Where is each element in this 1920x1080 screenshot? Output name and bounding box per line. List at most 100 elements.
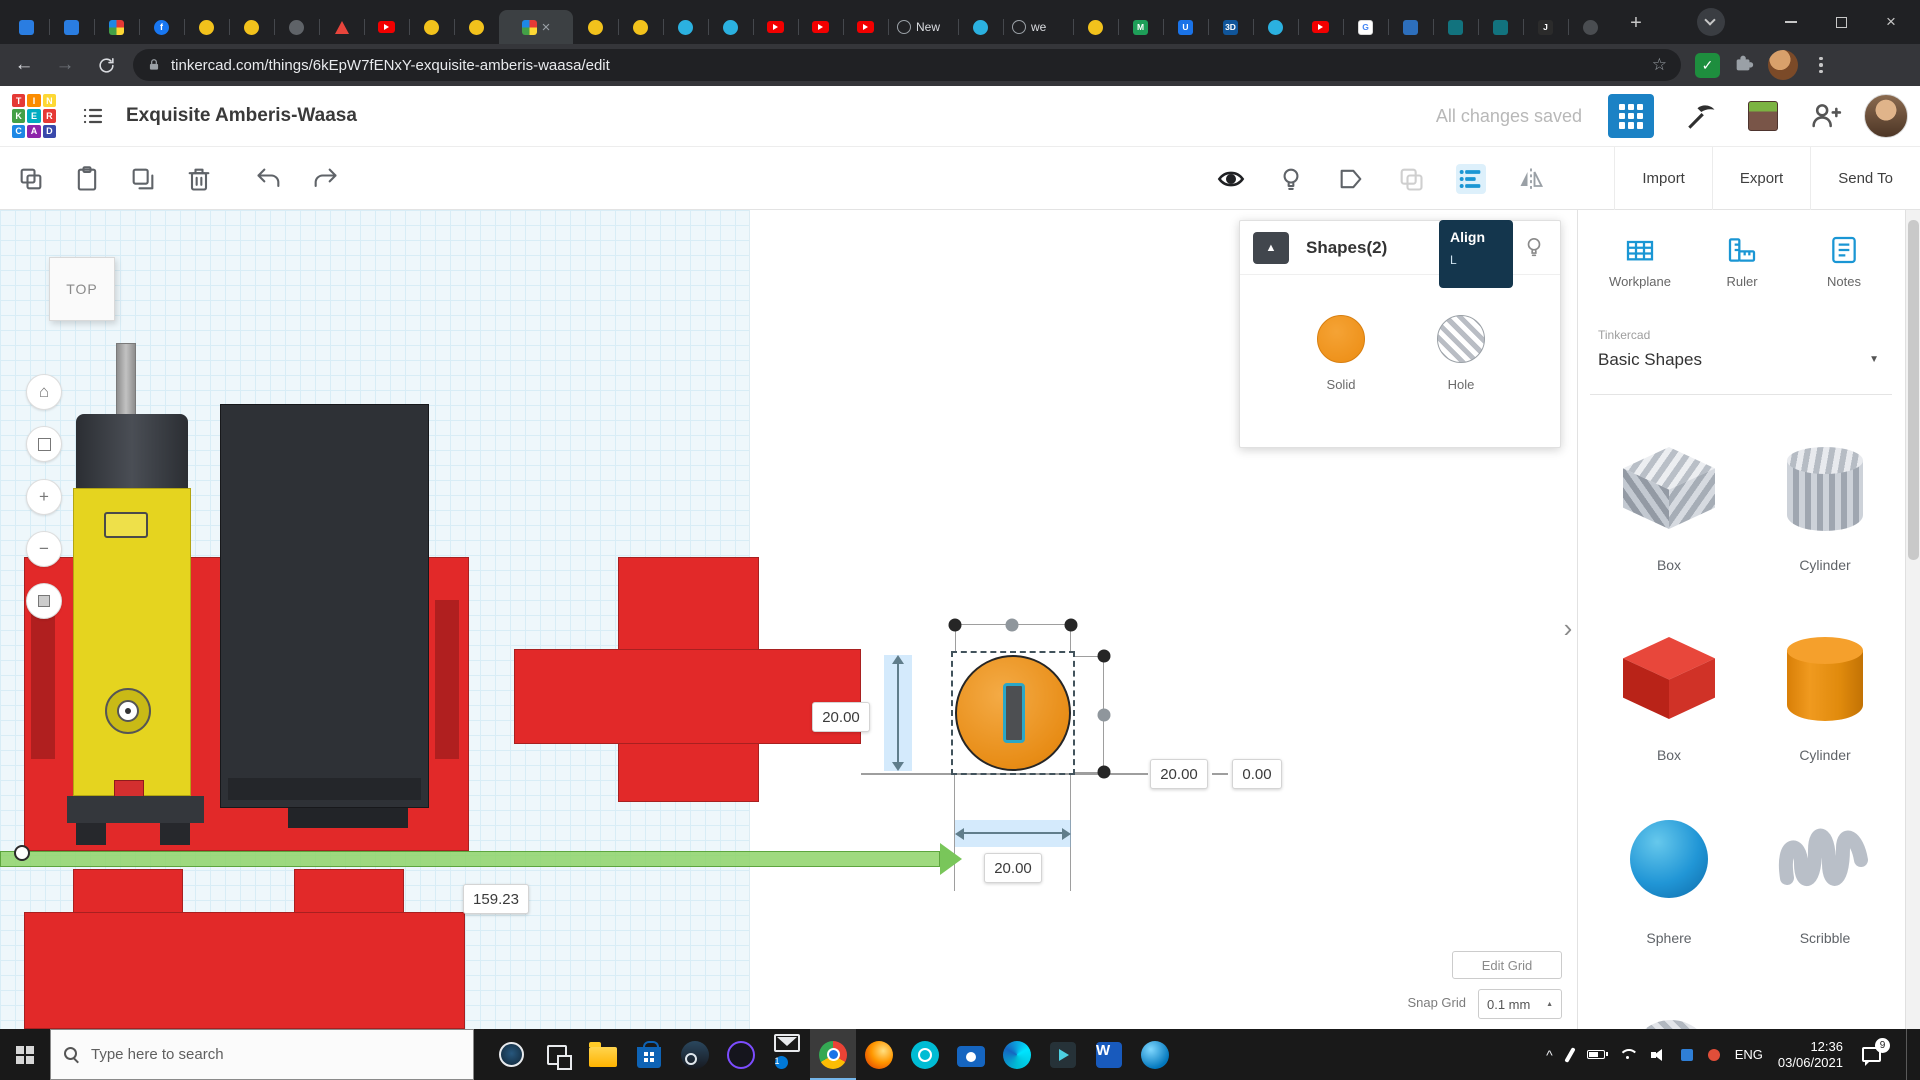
- browser-tab[interactable]: New: [888, 10, 958, 44]
- volume-icon[interactable]: [1651, 1049, 1666, 1061]
- scale-handle[interactable]: [1065, 619, 1078, 632]
- zoom-out-button[interactable]: −: [26, 531, 62, 567]
- shape-item-sphere[interactable]: Sphere: [1599, 814, 1739, 956]
- model-motor-cap[interactable]: [76, 414, 188, 490]
- maximize-button[interactable]: [1816, 0, 1866, 44]
- delete-icon[interactable]: [184, 164, 214, 194]
- home-view-button[interactable]: ⌂: [26, 374, 62, 410]
- extensions-puzzle-icon[interactable]: [1733, 52, 1755, 79]
- taskbar-app-cortana[interactable]: [488, 1029, 534, 1080]
- browser-tab[interactable]: f: [139, 10, 184, 44]
- dashboard-grid-button[interactable]: [1608, 94, 1654, 138]
- browser-tab[interactable]: [454, 10, 499, 44]
- browser-tab-active[interactable]: ×: [499, 10, 573, 44]
- fit-view-button[interactable]: [26, 426, 62, 462]
- taskbar-app-ghost[interactable]: [718, 1029, 764, 1080]
- search-box[interactable]: Type here to search: [50, 1029, 474, 1080]
- library-caret-icon[interactable]: ▼: [1869, 354, 1879, 365]
- taskbar-app-sphere[interactable]: [1132, 1029, 1178, 1080]
- browser-tab[interactable]: we: [1003, 10, 1073, 44]
- export-button[interactable]: Export: [1712, 147, 1810, 210]
- browser-tab[interactable]: [49, 10, 94, 44]
- lightbulb-icon[interactable]: [1523, 235, 1545, 261]
- import-button[interactable]: Import: [1614, 147, 1712, 210]
- model-red-base[interactable]: [24, 912, 465, 1029]
- scrollbar-thumb[interactable]: [1908, 220, 1919, 560]
- browser-tab[interactable]: [1253, 10, 1298, 44]
- edit-grid-button[interactable]: Edit Grid: [1452, 951, 1562, 979]
- tinkercad-logo[interactable]: TINKERCAD: [12, 94, 56, 138]
- view-cube[interactable]: TOP: [49, 257, 115, 321]
- sidebar-scrollbar[interactable]: [1905, 210, 1920, 1029]
- shape-item-box[interactable]: Box: [1599, 631, 1739, 773]
- preview-icon[interactable]: [1216, 164, 1246, 194]
- scale-handle[interactable]: [949, 619, 962, 632]
- minecraft-pickaxe-icon[interactable]: [1684, 99, 1718, 133]
- group-icon[interactable]: [1396, 164, 1426, 194]
- model-red-base-tab[interactable]: [294, 869, 404, 913]
- ortho-view-button[interactable]: [26, 583, 62, 619]
- tag-icon[interactable]: [1336, 164, 1366, 194]
- wifi-icon[interactable]: [1620, 1048, 1636, 1061]
- browser-tab[interactable]: [1568, 10, 1613, 44]
- language-indicator[interactable]: ENG: [1735, 1047, 1763, 1062]
- bookmark-star-icon[interactable]: ☆: [1652, 55, 1667, 75]
- action-center-button[interactable]: 9: [1862, 1047, 1881, 1062]
- shape-item-scribble[interactable]: Scribble: [1755, 814, 1895, 956]
- browser-tab[interactable]: [708, 10, 753, 44]
- insert-light-icon[interactable]: [1276, 164, 1306, 194]
- taskbar-app-teal-app[interactable]: [902, 1029, 948, 1080]
- taskbar-app-steam[interactable]: [672, 1029, 718, 1080]
- browser-tab[interactable]: [319, 10, 364, 44]
- browser-tab[interactable]: M: [1118, 10, 1163, 44]
- browser-tab[interactable]: [618, 10, 663, 44]
- taskbar-app-store[interactable]: [626, 1029, 672, 1080]
- undo-icon[interactable]: [254, 164, 284, 194]
- taskbar-app-mail[interactable]: 1: [764, 1029, 810, 1080]
- library-dropdown[interactable]: Basic Shapes: [1598, 350, 1702, 370]
- tab-close-icon[interactable]: ×: [542, 20, 551, 35]
- pen-tray-icon[interactable]: [1564, 1047, 1575, 1063]
- browser-tab[interactable]: [1433, 10, 1478, 44]
- browser-menu-icon[interactable]: [1811, 57, 1831, 74]
- browser-tab[interactable]: [94, 10, 139, 44]
- snap-grid-dropdown[interactable]: 0.1 mm ▲: [1478, 989, 1562, 1019]
- taskbar-app-taskview[interactable]: [534, 1029, 580, 1080]
- taskbar-app-camera[interactable]: [948, 1029, 994, 1080]
- user-avatar[interactable]: [1864, 94, 1908, 138]
- model-red-base-tab[interactable]: [73, 869, 183, 913]
- shape-item-cylinder[interactable]: Cylinder: [1755, 441, 1895, 583]
- taskbar-app-explorer[interactable]: [580, 1029, 626, 1080]
- taskbar-app-firefox[interactable]: [856, 1029, 902, 1080]
- scale-handle[interactable]: [1098, 766, 1111, 779]
- sidebar-tool-notes[interactable]: Notes: [1796, 234, 1892, 289]
- browser-tab[interactable]: [364, 10, 409, 44]
- copy-icon[interactable]: [16, 164, 46, 194]
- minimize-button[interactable]: [1766, 0, 1816, 44]
- panel-collapse-chevron[interactable]: ›: [1556, 608, 1577, 648]
- design-title[interactable]: Exquisite Amberis-Waasa: [126, 105, 357, 127]
- align-icon[interactable]: [1456, 164, 1486, 194]
- browser-tab[interactable]: [1478, 10, 1523, 44]
- browser-tab[interactable]: [1073, 10, 1118, 44]
- rotate-handle[interactable]: [1098, 709, 1111, 722]
- width-dimension-label[interactable]: 20.00: [984, 853, 1042, 883]
- tray-expand-icon[interactable]: ^: [1546, 1047, 1553, 1063]
- browser-tab[interactable]: [229, 10, 274, 44]
- browser-tab[interactable]: [958, 10, 1003, 44]
- ruler-arrow-band[interactable]: [0, 851, 940, 867]
- browser-tab[interactable]: [1298, 10, 1343, 44]
- sidebar-tool-ruler[interactable]: Ruler: [1694, 234, 1790, 289]
- zoom-in-button[interactable]: +: [26, 479, 62, 515]
- app-tray-icon-blue[interactable]: [1681, 1049, 1693, 1061]
- taskbar-app-swirl[interactable]: [994, 1029, 1040, 1080]
- browser-tab[interactable]: [663, 10, 708, 44]
- back-icon[interactable]: ←: [7, 48, 41, 82]
- menu-list-icon[interactable]: [80, 104, 106, 128]
- browser-tab[interactable]: [184, 10, 229, 44]
- height-dimension-label[interactable]: 20.00: [812, 702, 870, 732]
- app-tray-icon-red[interactable]: [1708, 1049, 1720, 1061]
- shape-item-cylinder[interactable]: Cylinder: [1755, 631, 1895, 773]
- elevation-label[interactable]: 0.00: [1232, 759, 1282, 789]
- browser-tab[interactable]: [753, 10, 798, 44]
